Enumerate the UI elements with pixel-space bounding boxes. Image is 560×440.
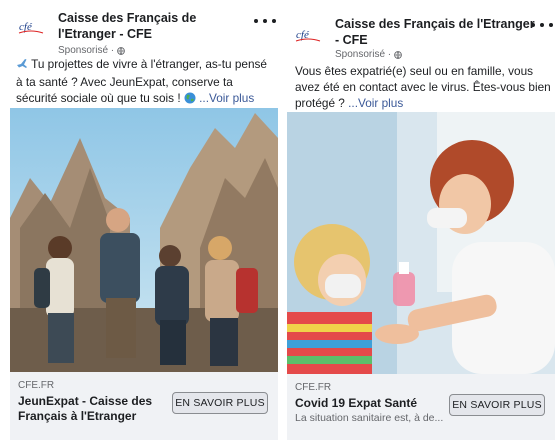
see-more-link[interactable]: ...Voir plus	[199, 91, 254, 105]
more-options-button[interactable]	[531, 18, 553, 32]
more-icon-dot	[531, 23, 535, 27]
post-text: Vous êtes expatrié(e) seul ou en famille…	[295, 63, 551, 111]
link-domain: CFE.FR	[18, 380, 55, 391]
link-preview-footer[interactable]: CFE.FR JeunExpat - Caisse des Français à…	[10, 372, 278, 440]
link-preview-footer[interactable]: CFE.FR Covid 19 Expat Santé La situation…	[287, 374, 555, 440]
ad-card-jeunexpat: cfé Caisse des Français de l'Etranger - …	[10, 0, 278, 440]
post-header: cfé Caisse des Français de l'Etranger - …	[287, 8, 555, 60]
see-more-link[interactable]: ...Voir plus	[348, 96, 403, 110]
sponsored-text: Sponsorisé ·	[335, 49, 392, 60]
sponsored-label: Sponsorisé ·	[58, 45, 125, 56]
link-headline: JeunExpat - Caisse des Français à l'Etra…	[18, 394, 153, 423]
post-body-text: Vous êtes expatrié(e) seul ou en famille…	[295, 64, 551, 110]
earth-emoji-icon	[184, 92, 196, 108]
more-icon-dot	[549, 23, 553, 27]
link-description: La situation sanitaire est, à de...	[295, 412, 444, 424]
ad-image-hand-sanitizer[interactable]	[287, 112, 555, 374]
link-headline: Covid 19 Expat Santé	[295, 396, 418, 410]
sponsored-text: Sponsorisé ·	[58, 45, 115, 56]
more-icon-dot	[263, 19, 267, 23]
more-icon-dot	[272, 19, 276, 23]
page-name-link[interactable]: Caisse des Français de l'Etranger - CFE	[335, 16, 535, 48]
more-icon-dot	[540, 23, 544, 27]
airplane-emoji-icon	[16, 58, 28, 74]
more-icon-dot	[254, 19, 258, 23]
sponsored-label: Sponsorisé ·	[335, 49, 402, 60]
globe-icon	[394, 50, 402, 59]
cfe-logo[interactable]: cfé	[14, 12, 48, 40]
learn-more-button[interactable]: EN SAVOIR PLUS	[449, 394, 545, 416]
ad-image-hikers[interactable]	[10, 108, 278, 372]
cfe-logo[interactable]: cfé	[291, 20, 325, 48]
post-text: Tu projettes de vivre à l'étranger, as-t…	[16, 56, 274, 108]
learn-more-button[interactable]: EN SAVOIR PLUS	[172, 392, 268, 414]
ad-card-covid-expat: cfé Caisse des Français de l'Etranger - …	[287, 0, 555, 440]
globe-icon	[117, 46, 125, 55]
link-domain: CFE.FR	[295, 382, 332, 393]
page-name-link[interactable]: Caisse des Français de l'Etranger - CFE	[58, 10, 248, 42]
post-header: cfé Caisse des Français de l'Etranger - …	[10, 8, 278, 58]
more-options-button[interactable]	[254, 14, 276, 28]
